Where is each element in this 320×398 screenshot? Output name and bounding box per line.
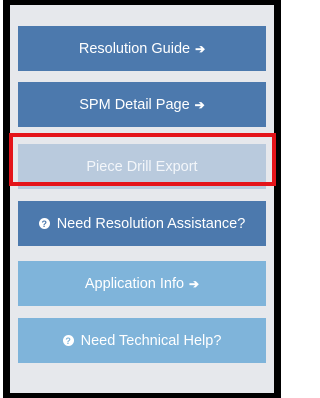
piece-drill-export-label: Piece Drill Export <box>86 158 198 175</box>
resolution-guide-button[interactable]: Resolution Guide ➔ <box>18 26 266 71</box>
need-technical-help-label: Need Technical Help? <box>80 332 222 349</box>
right-arrow-icon: ➔ <box>195 41 206 56</box>
application-info-label: Application Info <box>84 275 185 292</box>
question-circle-icon: ? <box>62 335 74 346</box>
right-arrow-icon: ➔ <box>194 97 205 112</box>
need-resolution-assistance-label: Need Resolution Assistance? <box>56 215 246 232</box>
application-info-button[interactable]: Application Info ➔ <box>18 261 266 306</box>
need-resolution-assistance-button[interactable]: ? Need Resolution Assistance? <box>18 201 266 246</box>
right-arrow-icon: ➔ <box>189 276 200 291</box>
spm-detail-page-label: SPM Detail Page <box>79 96 190 113</box>
spm-detail-page-button[interactable]: SPM Detail Page ➔ <box>18 82 266 127</box>
resolution-guide-label: Resolution Guide <box>78 40 191 57</box>
question-circle-icon: ? <box>38 218 50 229</box>
menu-frame: Resolution Guide ➔ SPM Detail Page ➔ Pie… <box>3 0 281 398</box>
menu-panel: Resolution Guide ➔ SPM Detail Page ➔ Pie… <box>10 5 274 393</box>
piece-drill-export-button[interactable]: Piece Drill Export <box>18 144 266 189</box>
need-technical-help-button[interactable]: ? Need Technical Help? <box>18 318 266 363</box>
